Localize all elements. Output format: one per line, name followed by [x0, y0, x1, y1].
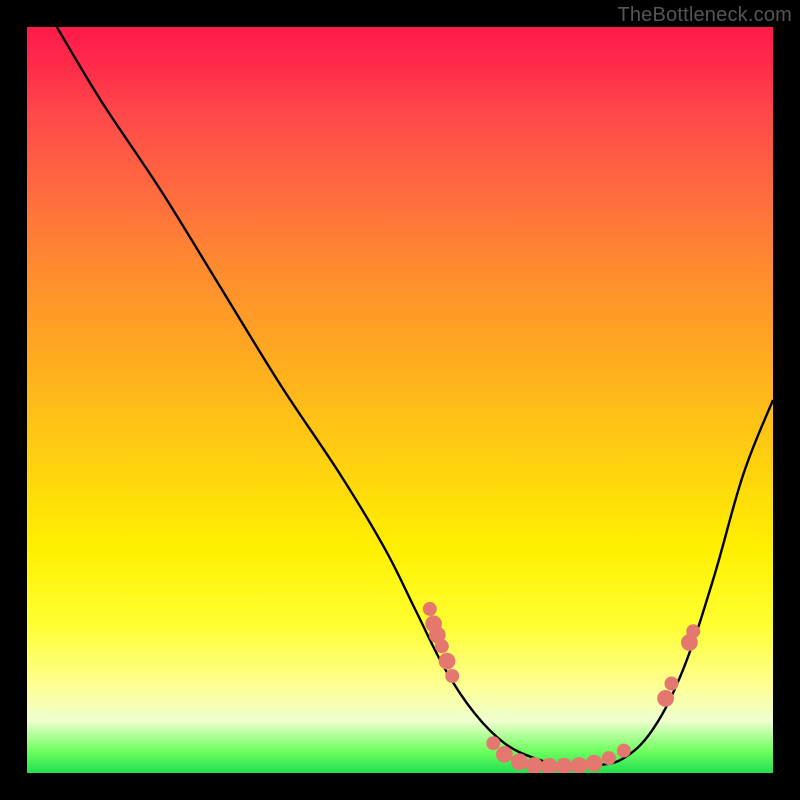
curve-marker: [445, 669, 459, 683]
curve-marker: [439, 653, 456, 670]
curve-marker: [556, 758, 573, 773]
marker-group: [423, 602, 700, 773]
curve-marker: [686, 624, 700, 638]
curve-marker: [665, 677, 679, 691]
curve-marker: [586, 755, 603, 772]
curve-marker: [657, 690, 674, 707]
watermark-text: TheBottleneck.com: [617, 4, 792, 27]
bottleneck-curve: [57, 27, 773, 767]
curve-marker: [496, 746, 513, 763]
curve-marker: [435, 639, 449, 653]
curve-marker: [511, 753, 528, 770]
chart-svg: [27, 27, 773, 773]
curve-marker: [617, 744, 631, 758]
curve-marker: [602, 751, 616, 765]
curve-marker: [423, 602, 437, 616]
curve-marker: [571, 757, 588, 773]
chart-frame: TheBottleneck.com: [0, 0, 800, 800]
curve-marker: [486, 736, 500, 750]
